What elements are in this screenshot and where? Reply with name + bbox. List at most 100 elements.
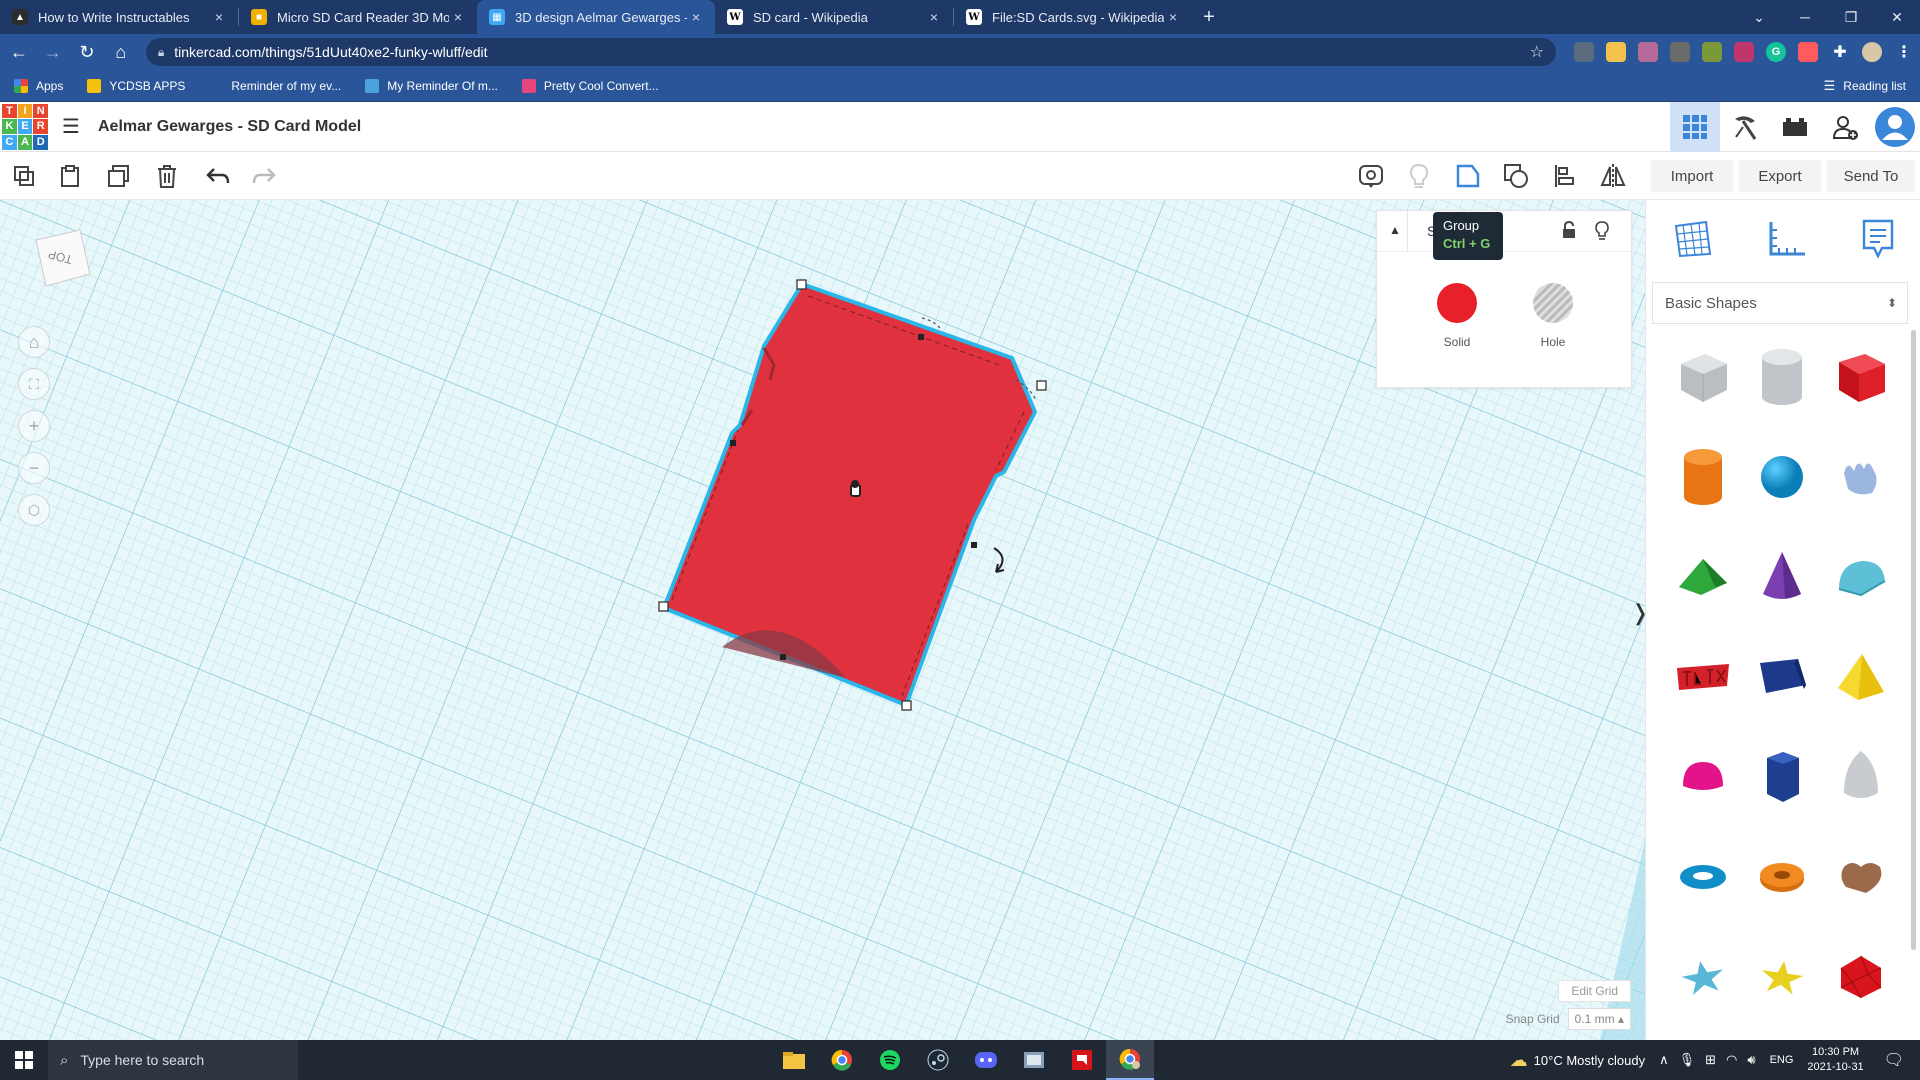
shape-half-sphere[interactable] [1664, 742, 1743, 812]
discord-icon[interactable] [962, 1040, 1010, 1080]
wifi-icon[interactable]: ◠ [1726, 1052, 1737, 1068]
align-icon[interactable] [1549, 160, 1581, 192]
home-icon[interactable]: ⌂ [106, 37, 136, 67]
language-indicator[interactable]: ENG [1770, 1054, 1794, 1066]
tinkercad-logo[interactable]: T I N K E R C A D [2, 103, 48, 150]
workplane-tool-icon[interactable] [1672, 218, 1714, 263]
tab-search-icon[interactable]: ⌄ [1736, 0, 1782, 34]
extension-icon[interactable] [1669, 42, 1690, 62]
profile-avatar[interactable] [1861, 42, 1882, 62]
minimize-icon[interactable]: ─ [1782, 0, 1828, 34]
extension-icon[interactable] [1733, 42, 1754, 62]
export-button[interactable]: Export [1739, 160, 1821, 192]
bookmark-star-icon[interactable]: ☆ [1530, 42, 1544, 62]
grammarly-icon[interactable]: G [1765, 42, 1786, 62]
group-icon[interactable] [1452, 160, 1484, 192]
zoom-in-icon[interactable]: + [18, 410, 50, 442]
shape-torus[interactable] [1664, 842, 1743, 912]
fit-view-icon[interactable]: ⛶ [18, 368, 50, 400]
lock-icon[interactable] [1561, 220, 1577, 242]
send-to-button[interactable]: Send To [1827, 160, 1915, 192]
file-explorer-icon[interactable] [770, 1040, 818, 1080]
clock[interactable]: 10:30 PM 2021-10-31 [1807, 1045, 1863, 1075]
browser-tab-instructables[interactable]: ▲ How to Write Instructables × [0, 0, 238, 34]
shape-round-roof[interactable] [1821, 542, 1900, 612]
steam-icon[interactable] [914, 1040, 962, 1080]
windows-start-icon[interactable] [0, 1040, 48, 1080]
import-button[interactable]: Import [1651, 160, 1733, 192]
shape-cylinder[interactable] [1664, 442, 1743, 512]
ungroup-icon[interactable] [1500, 160, 1532, 192]
notifications-icon[interactable]: 🗨︎ [1884, 1050, 1904, 1070]
bricks-icon[interactable] [1770, 102, 1820, 152]
shape-box-hole[interactable] [1664, 342, 1743, 412]
copy-icon[interactable] [8, 160, 40, 192]
3d-design-grid-icon[interactable] [1670, 102, 1720, 152]
back-arrow-icon[interactable]: ← [4, 37, 34, 67]
undo-icon[interactable] [202, 160, 234, 192]
expand-panel-chevron-icon[interactable]: ❭ [1631, 600, 1645, 626]
weather-text[interactable]: 10°C Mostly cloudy [1534, 1053, 1645, 1068]
url-text[interactable]: tinkercad.com/things/51dUut40xe2-funky-w… [174, 44, 1529, 60]
redo-icon[interactable] [248, 160, 280, 192]
shape-cone[interactable] [1743, 542, 1822, 612]
close-window-icon[interactable]: ✕ [1874, 0, 1920, 34]
show-hidden-icons-chevron[interactable]: ∧ [1659, 1052, 1669, 1068]
shape-heart[interactable] [1821, 842, 1900, 912]
snap-grid-select[interactable]: 0.1 mm ▴ [1567, 1008, 1631, 1030]
browser-tab-sd-card-wikipedia[interactable]: W SD card - Wikipedia × [715, 0, 953, 34]
home-view-icon[interactable]: ⌂ [18, 326, 50, 358]
extension-icon[interactable] [1573, 42, 1594, 62]
shape-pyramid[interactable] [1821, 642, 1900, 712]
browser-tab-sd-cards-svg[interactable]: W File:SD Cards.svg - Wikipedia × [954, 0, 1192, 34]
shape-box[interactable] [1821, 342, 1900, 412]
notes-tool-icon[interactable] [1860, 218, 1896, 263]
collapse-caret-icon[interactable]: ▲ [1389, 223, 1401, 237]
shape-polygon[interactable] [1743, 642, 1822, 712]
sidebar-scrollbar[interactable] [1911, 330, 1916, 950]
hole-swatch[interactable] [1533, 283, 1573, 323]
taskbar-search-box[interactable]: ⌕ Type here to search [48, 1040, 298, 1080]
new-tab-button[interactable]: + [1192, 0, 1226, 34]
close-tab-icon[interactable]: × [687, 9, 705, 25]
shape-roof[interactable] [1664, 542, 1743, 612]
chrome-profile-icon[interactable] [1106, 1040, 1154, 1080]
reload-icon[interactable]: ↻ [72, 37, 102, 67]
delete-trash-icon[interactable] [151, 160, 183, 192]
shape-star[interactable] [1664, 942, 1743, 1012]
close-tab-icon[interactable]: × [449, 9, 467, 25]
blocks-pickaxe-icon[interactable] [1720, 102, 1770, 152]
volume-icon[interactable]: 🔊︎ [1747, 1052, 1755, 1068]
shape-text[interactable] [1664, 642, 1743, 712]
edit-grid-button[interactable]: Edit Grid [1558, 980, 1631, 1002]
close-tab-icon[interactable]: × [925, 9, 943, 25]
design-list-icon[interactable]: ☰ [62, 114, 84, 139]
design-title[interactable]: Aelmar Gewarges - SD Card Model [98, 118, 361, 136]
view-cube[interactable]: TOP [26, 226, 96, 296]
shape-sphere[interactable] [1743, 442, 1822, 512]
photos-app-icon[interactable] [1010, 1040, 1058, 1080]
duplicate-icon[interactable] [103, 160, 135, 192]
more-menu-icon[interactable]: ⋮ [1894, 42, 1914, 62]
chrome-icon[interactable] [818, 1040, 866, 1080]
close-tab-icon[interactable]: × [1164, 9, 1182, 25]
bookmark-my-reminder-of-m[interactable]: My Reminder Of m... [365, 78, 498, 93]
bookmark-reminder-of-my-ev[interactable]: Reminder of my ev... [209, 78, 341, 93]
visibility-lightbulb-icon[interactable] [1595, 221, 1609, 244]
notes-icon[interactable] [1355, 160, 1387, 192]
bookmark-ycdsb-apps[interactable]: YCDSB APPS [87, 78, 185, 93]
ruler-tool-icon[interactable] [1765, 218, 1809, 263]
extension-icon[interactable] [1797, 42, 1818, 62]
shape-star-yellow[interactable] [1743, 942, 1822, 1012]
show-all-lightbulb-icon[interactable] [1403, 160, 1435, 192]
puzzle-extensions-icon[interactable]: ✚ [1830, 42, 1850, 62]
address-bar[interactable]: 🔒︎ tinkercad.com/things/51dUut40xe2-funk… [145, 38, 1556, 66]
network-icon[interactable]: ⊞ [1705, 1052, 1716, 1068]
close-tab-icon[interactable]: × [210, 9, 228, 25]
shape-cylinder-hole[interactable] [1743, 342, 1822, 412]
forward-arrow-icon[interactable]: → [38, 37, 68, 67]
shape-icosahedron[interactable] [1821, 942, 1900, 1012]
mirror-icon[interactable] [1597, 160, 1629, 192]
shape-hexagonal-prism[interactable] [1743, 742, 1822, 812]
shape-scribble[interactable] [1821, 442, 1900, 512]
